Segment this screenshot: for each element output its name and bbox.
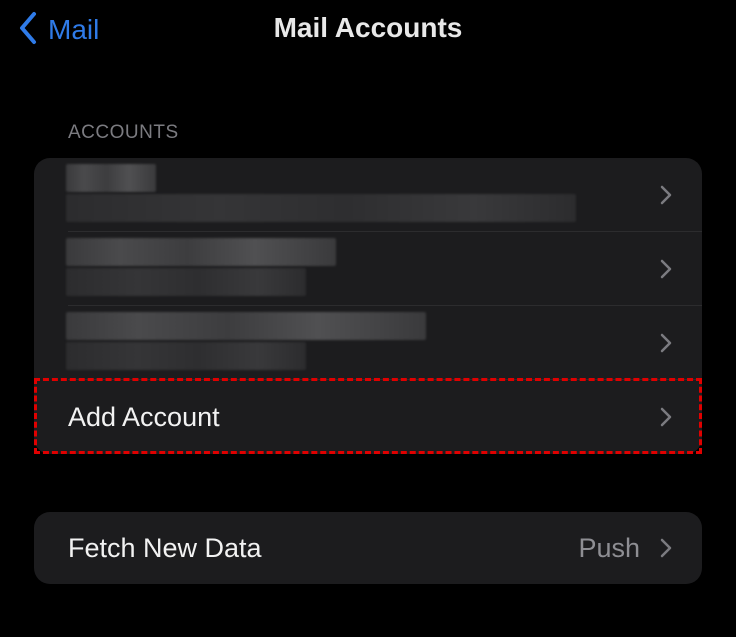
fetch-new-data-label: Fetch New Data [68,532,262,563]
accounts-list: Add Account [34,158,702,454]
account-row[interactable] [34,158,702,232]
add-account-button[interactable]: Add Account [34,380,702,454]
redacted-account-name [66,164,156,192]
chevron-right-icon [660,185,672,205]
fetch-settings-list: Fetch New Data Push [34,512,702,584]
chevron-right-icon [660,407,672,427]
redacted-account-detail [66,268,306,296]
redacted-account-name [66,238,336,266]
chevron-right-icon [660,259,672,279]
account-row[interactable] [34,232,702,306]
redacted-account-name [66,312,426,340]
page-title: Mail Accounts [273,12,463,43]
fetch-new-data-button[interactable]: Fetch New Data Push [34,512,702,584]
account-row[interactable] [34,306,702,380]
mail-accounts-screen: Mail Mail Accounts ACCOUNTS Add Account … [0,0,736,637]
add-account-label: Add Account [68,401,220,432]
chevron-right-icon [660,538,672,558]
section-header-accounts: ACCOUNTS [68,122,179,143]
redacted-account-detail [66,342,306,370]
chevron-right-icon [660,333,672,353]
fetch-new-data-value: Push [578,532,640,563]
redacted-account-detail [66,194,576,222]
